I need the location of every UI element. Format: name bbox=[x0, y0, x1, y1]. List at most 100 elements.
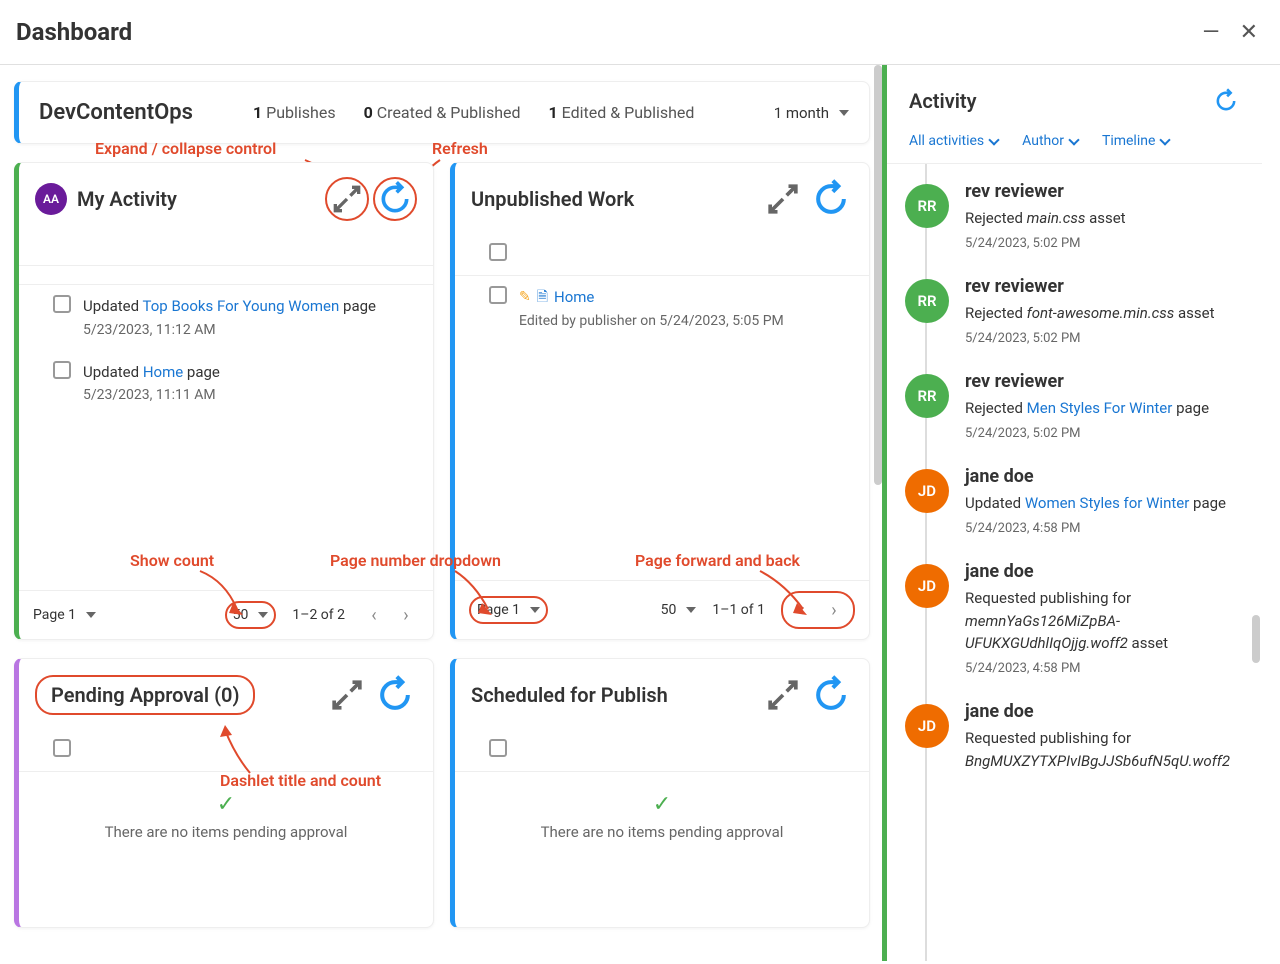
feed-timestamp: 5/24/2023, 5:02 PM bbox=[965, 329, 1244, 349]
activity-panel-title: Activity bbox=[909, 89, 977, 113]
filter-author[interactable]: Author bbox=[1022, 133, 1078, 149]
avatar: JD bbox=[905, 704, 949, 748]
left-scrollbar[interactable] bbox=[874, 65, 882, 485]
item-timestamp: 5/23/2023, 11:12 AM bbox=[83, 320, 417, 341]
dashlet-scheduled: Scheduled for Publish ✓ There are no ite… bbox=[450, 658, 870, 928]
refresh-button[interactable] bbox=[809, 177, 853, 221]
avatar: RR bbox=[905, 374, 949, 418]
feed-user-name: rev reviewer bbox=[965, 368, 1244, 395]
select-all-checkbox[interactable] bbox=[53, 739, 71, 757]
item-link[interactable]: Home bbox=[143, 363, 183, 381]
next-page-button[interactable]: › bbox=[821, 597, 847, 623]
activity-item[interactable]: Updated Top Books For Young Women page 5… bbox=[19, 285, 433, 351]
expand-button[interactable] bbox=[761, 673, 805, 717]
activity-refresh-button[interactable] bbox=[1212, 87, 1240, 115]
feed-user-name: rev reviewer bbox=[965, 273, 1244, 300]
chevron-down-icon bbox=[530, 607, 540, 613]
avatar: RR bbox=[905, 279, 949, 323]
refresh-icon bbox=[809, 177, 853, 221]
feed-text: Requested publishing for memnYaGs126MiZp… bbox=[965, 587, 1244, 655]
refresh-button[interactable] bbox=[809, 673, 853, 717]
feed-link[interactable]: Men Styles For Winter bbox=[1027, 399, 1173, 417]
feed-user-name: jane doe bbox=[965, 558, 1244, 585]
dashlet-title: Pending Approval (0) bbox=[51, 683, 239, 707]
expand-icon bbox=[327, 179, 367, 219]
feed-timestamp: 5/24/2023, 4:58 PM bbox=[965, 659, 1244, 679]
select-all-checkbox[interactable] bbox=[489, 739, 507, 757]
feed-item: RR rev reviewerRejected Men Styles For Wi… bbox=[905, 354, 1244, 449]
next-page-button[interactable]: › bbox=[393, 602, 419, 628]
chevron-down-icon bbox=[989, 134, 1000, 145]
empty-message: There are no items pending approval bbox=[455, 823, 869, 841]
dashlet-title: My Activity bbox=[77, 187, 321, 211]
expand-button[interactable] bbox=[325, 673, 369, 717]
checkbox[interactable] bbox=[53, 361, 71, 379]
dashlet-title-wrapper: Pending Approval (0) bbox=[35, 675, 255, 715]
feed-item: RRrev reviewerRejected main.css asset5/2… bbox=[905, 164, 1244, 259]
range-text: 1–2 of 2 bbox=[292, 607, 345, 623]
check-icon: ✓ bbox=[455, 792, 869, 817]
feed-item: JDjane doeRequested publishing for BngMU… bbox=[905, 684, 1244, 778]
expand-button[interactable] bbox=[325, 177, 369, 221]
expand-icon bbox=[325, 673, 369, 717]
range-text: 1–1 of 1 bbox=[712, 602, 765, 618]
page-dropdown[interactable]: Page 1 bbox=[33, 607, 96, 623]
item-link[interactable]: Home bbox=[554, 286, 594, 309]
item-timestamp: 5/23/2023, 11:11 AM bbox=[83, 385, 417, 406]
refresh-icon bbox=[373, 673, 417, 717]
stats-range-dropdown[interactable]: 1 month bbox=[774, 104, 849, 122]
filter-all-activities[interactable]: All activities bbox=[909, 133, 998, 149]
per-page-dropdown[interactable]: 50 bbox=[225, 601, 277, 629]
site-name: DevContentOps bbox=[39, 100, 193, 125]
refresh-icon bbox=[1212, 87, 1240, 115]
refresh-button[interactable] bbox=[373, 177, 417, 221]
feed-link[interactable]: Women Styles for Winter bbox=[1025, 494, 1189, 512]
expand-button[interactable] bbox=[761, 177, 805, 221]
prev-page-button[interactable]: ‹ bbox=[361, 602, 387, 628]
empty-message: There are no items pending approval bbox=[19, 823, 433, 841]
dashlet-pending: Pending Approval (0) ✓ The bbox=[14, 658, 434, 928]
feed-item: JD jane doeRequested publishing for memnY… bbox=[905, 544, 1244, 684]
avatar: JD bbox=[905, 469, 949, 513]
close-button[interactable]: ✕ bbox=[1240, 20, 1258, 45]
avatar: RR bbox=[905, 184, 949, 228]
per-page-dropdown[interactable]: 50 bbox=[661, 602, 697, 618]
chevron-down-icon bbox=[1160, 134, 1171, 145]
window-header: Dashboard — ✕ bbox=[0, 0, 1280, 65]
item-link[interactable]: Top Books For Young Women bbox=[143, 297, 340, 315]
feed-timestamp: 5/24/2023, 5:02 PM bbox=[965, 424, 1244, 444]
site-stats-bar: DevContentOps 1 Publishes 0 Created & Pu… bbox=[14, 81, 870, 144]
checkbox[interactable] bbox=[53, 295, 71, 313]
chevron-down-icon bbox=[86, 612, 96, 618]
minimize-button[interactable]: — bbox=[1202, 20, 1219, 45]
refresh-button[interactable] bbox=[373, 673, 417, 717]
feed-text: Rejected font-awesome.min.css asset bbox=[965, 302, 1244, 325]
avatar: JD bbox=[905, 564, 949, 608]
avatar: AA bbox=[35, 183, 67, 215]
feed-text: Updated Women Styles for Winter page bbox=[965, 492, 1244, 515]
check-icon: ✓ bbox=[19, 792, 433, 817]
feed-user-name: jane doe bbox=[965, 463, 1244, 490]
checkbox[interactable] bbox=[489, 286, 507, 304]
dashlet-unpublished: Unpublished Work bbox=[450, 162, 870, 640]
feed-item: JD jane doeUpdated Women Styles for Winte… bbox=[905, 449, 1244, 544]
prev-page-button[interactable]: ‹ bbox=[789, 597, 815, 623]
feed-timestamp: 5/24/2023, 4:58 PM bbox=[965, 519, 1244, 539]
right-scrollbar[interactable] bbox=[1252, 615, 1260, 663]
feed-text: Rejected Men Styles For Winter page bbox=[965, 397, 1244, 420]
chevron-down-icon bbox=[1068, 134, 1079, 145]
chevron-down-icon bbox=[686, 607, 696, 613]
stat-edited: 1 Edited & Published bbox=[549, 103, 695, 122]
page-icon: 🗎 bbox=[537, 287, 548, 308]
page-dropdown[interactable]: Page 1 bbox=[469, 596, 548, 624]
select-all-checkbox[interactable] bbox=[489, 243, 507, 261]
filter-timeline[interactable]: Timeline bbox=[1102, 133, 1169, 149]
expand-icon bbox=[761, 673, 805, 717]
unpublished-item[interactable]: ✎ 🗎 Home Edited by publisher on 5/24/202… bbox=[455, 276, 869, 342]
dashlet-title: Scheduled for Publish bbox=[471, 683, 757, 707]
feed-item: RR rev reviewerRejected font-awesome.min.… bbox=[905, 259, 1244, 354]
feed-timestamp: 5/24/2023, 5:02 PM bbox=[965, 234, 1244, 254]
dashlet-my-activity: AA My Activity Updated Top Books bbox=[14, 162, 434, 640]
chevron-down-icon bbox=[839, 110, 849, 116]
activity-item[interactable]: Updated Home page 5/23/2023, 11:11 AM bbox=[19, 351, 433, 417]
